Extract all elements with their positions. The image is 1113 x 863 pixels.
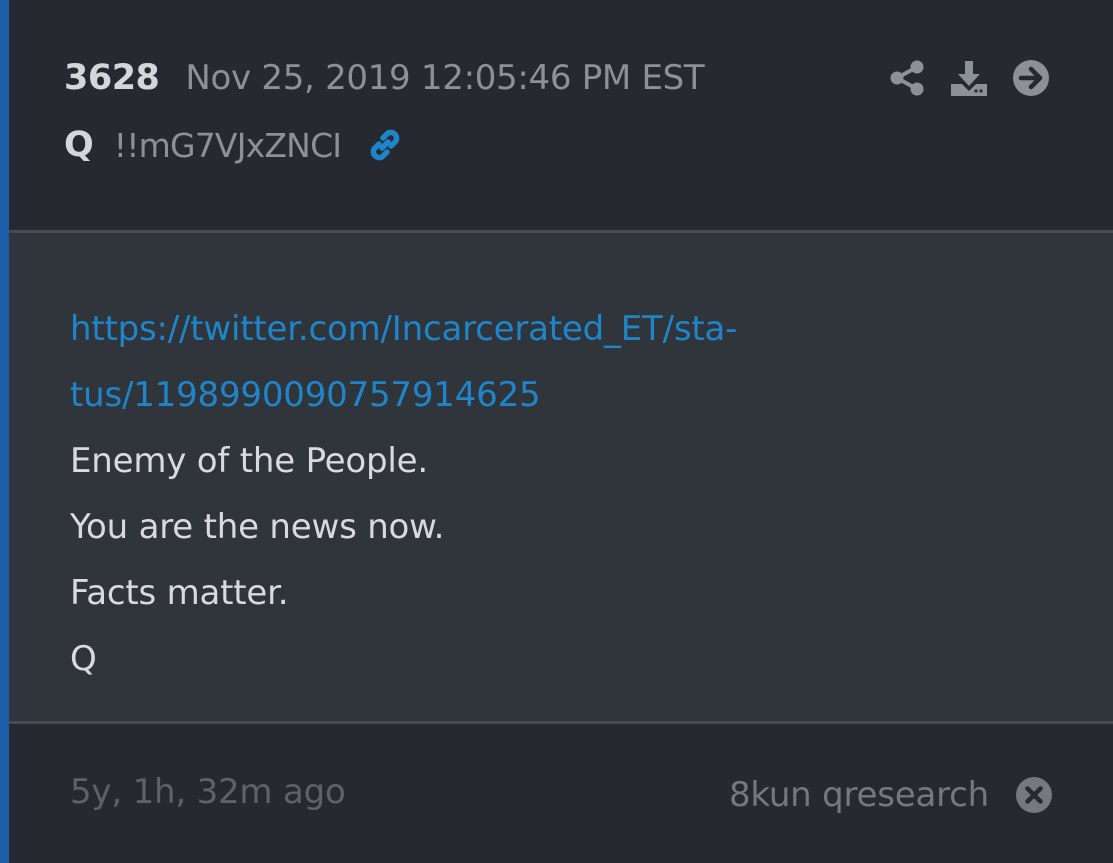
post-date: Nov 25, 2019 12:05:46 PM EST bbox=[185, 58, 705, 98]
time-ago: 5y, 1h, 32m ago bbox=[70, 772, 346, 812]
post-card: 3628 Nov 25, 2019 12:05:46 PM EST Q !!mG… bbox=[0, 0, 1113, 863]
share-icon[interactable] bbox=[887, 58, 927, 98]
post-actions bbox=[887, 56, 1051, 100]
author-row: Q !!mG7VJxZNCI bbox=[64, 123, 405, 167]
tweet-link-line2[interactable]: tus/1198990090757914625 bbox=[70, 362, 1070, 428]
author-name: Q bbox=[64, 125, 94, 165]
close-icon[interactable] bbox=[1015, 776, 1053, 814]
tweet-link-line1[interactable]: https://twitter.com/Incarcerated_ET/sta- bbox=[70, 296, 1070, 362]
post-footer: 5y, 1h, 32m ago 8kun qresearch bbox=[9, 724, 1113, 863]
link-icon[interactable] bbox=[365, 125, 405, 165]
text-line: Q bbox=[70, 639, 97, 679]
board-source: 8kun qresearch bbox=[728, 775, 989, 815]
text-line: You are the news now. bbox=[70, 507, 445, 547]
post-meta-row: 3628 Nov 25, 2019 12:05:46 PM EST bbox=[64, 56, 705, 100]
footer-source-group: 8kun qresearch bbox=[729, 772, 1053, 818]
text-line: Facts matter. bbox=[70, 573, 289, 613]
post-header: 3628 Nov 25, 2019 12:05:46 PM EST Q !!mG… bbox=[9, 0, 1113, 230]
post-body: https://twitter.com/Incarcerated_ET/sta-… bbox=[9, 233, 1113, 721]
download-icon[interactable] bbox=[949, 58, 989, 98]
accent-bar bbox=[0, 0, 9, 863]
post-text: https://twitter.com/Incarcerated_ET/sta-… bbox=[70, 296, 1070, 692]
tripcode: !!mG7VJxZNCI bbox=[113, 125, 342, 165]
post-number: 3628 bbox=[64, 58, 160, 98]
text-line: Enemy of the People. bbox=[70, 441, 428, 481]
arrow-right-circle-icon[interactable] bbox=[1011, 58, 1051, 98]
